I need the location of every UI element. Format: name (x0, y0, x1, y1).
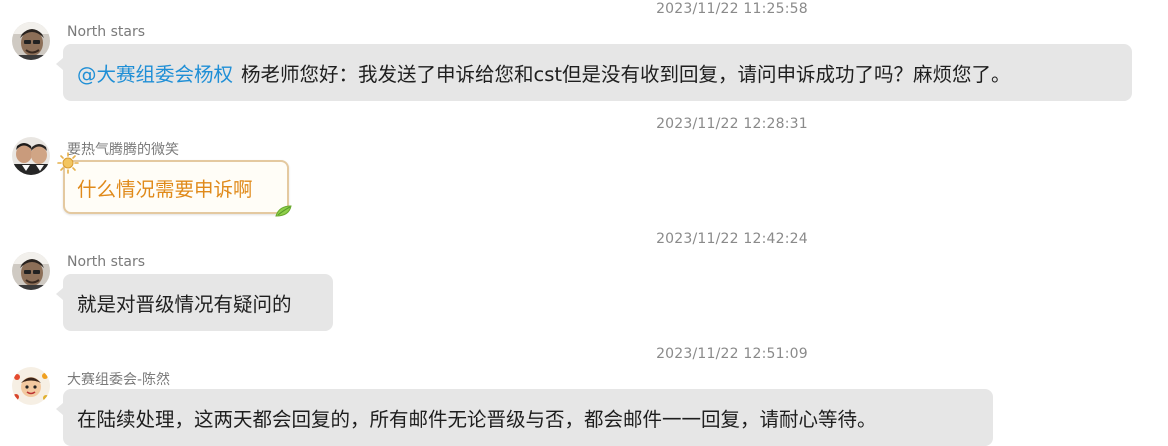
avatar-north-stars[interactable] (12, 252, 50, 290)
mention-link[interactable]: @大赛组委会杨权 (77, 58, 233, 87)
avatar-smile-user[interactable] (12, 137, 50, 175)
message-bubble[interactable]: @大赛组委会杨权 杨老师您好：我发送了申诉给您和cst但是没有收到回复，请问申诉… (56, 44, 1132, 101)
message-bubble[interactable]: 在陆续处理，这两天都会回复的，所有邮件无论晋级与否，都会邮件一一回复，请耐心等待… (56, 389, 993, 446)
sender-name[interactable]: North stars (67, 24, 145, 40)
sender-name[interactable]: 大赛组委会-陈然 (67, 369, 170, 389)
timestamp: 2023/11/22 12:42:24 (656, 231, 808, 247)
avatar-photo-icon (12, 252, 50, 290)
avatar-photo-icon (12, 137, 50, 175)
leaf-decoration-icon (275, 205, 292, 217)
message-text: 在陆续处理，这两天都会回复的，所有邮件无论晋级与否，都会邮件一一回复，请耐心等待… (77, 408, 877, 431)
message-bubble-special[interactable]: 什么情况需要申诉啊 (57, 152, 292, 217)
timestamp: 2023/11/22 11:25:58 (656, 1, 808, 17)
avatar-cartoon-icon (12, 367, 50, 405)
message-bubble[interactable]: 就是对晋级情况有疑问的 (56, 274, 333, 331)
timestamp: 2023/11/22 12:51:09 (656, 346, 808, 362)
sun-decoration-icon (57, 152, 79, 174)
message-text: 就是对晋级情况有疑问的 (77, 293, 292, 316)
timestamp: 2023/11/22 12:28:31 (656, 116, 808, 132)
message-text: 杨老师您好：我发送了申诉给您和cst但是没有收到回复，请问申诉成功了吗？麻烦您了… (241, 63, 1011, 86)
sender-name[interactable]: 要热气腾腾的微笑 (67, 139, 179, 159)
message-text: 什么情况需要申诉啊 (77, 177, 253, 201)
sender-name[interactable]: North stars (67, 254, 145, 270)
avatar-north-stars[interactable] (12, 22, 50, 60)
avatar-committee[interactable] (12, 367, 50, 405)
avatar-photo-icon (12, 22, 50, 60)
